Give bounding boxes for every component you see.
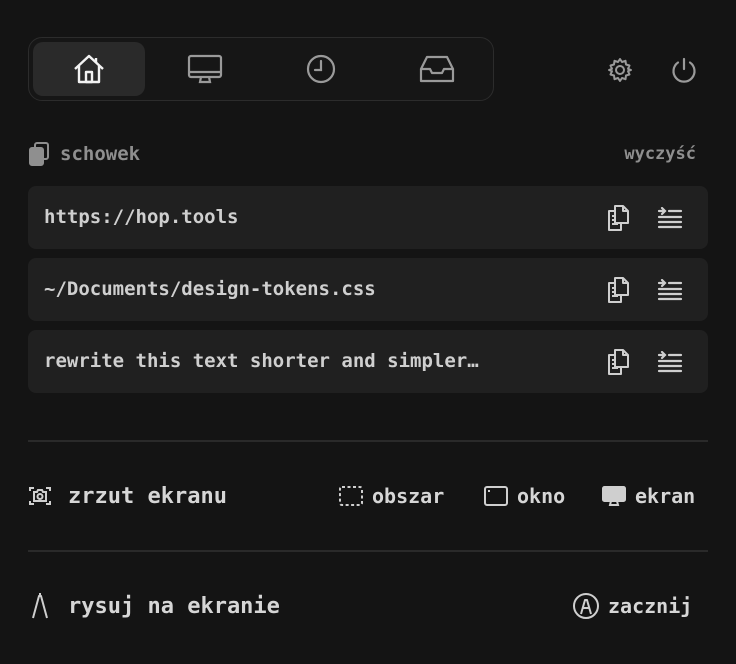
clipboard-header: schowek wyczyść (28, 140, 708, 168)
screenshot-screen-button[interactable]: ekran (601, 484, 695, 508)
clipboard-item-text: rewrite this text shorter and simpler… (44, 350, 479, 372)
home-icon (74, 54, 104, 84)
clipboard-item-text: ~/Documents/design-tokens.css (44, 278, 376, 300)
region-label: obszar (372, 484, 445, 508)
tab-home[interactable] (33, 42, 145, 96)
window-label: okno (517, 484, 566, 508)
tab-inbox[interactable] (381, 42, 493, 96)
clipboard-item-text: https://hop.tools (44, 206, 239, 228)
power-button[interactable] (668, 54, 700, 86)
camera-icon (29, 487, 51, 505)
clipboard-item[interactable]: ~/Documents/design-tokens.css (28, 258, 708, 321)
inbox-icon (419, 55, 455, 83)
tab-monitor[interactable] (149, 42, 261, 96)
draw-label: rysuj na ekranie (68, 593, 280, 619)
settings-button[interactable] (604, 54, 636, 86)
tab-history[interactable] (265, 42, 377, 96)
pen-circle-icon (573, 593, 599, 619)
display-icon (602, 486, 626, 506)
clock-icon (306, 54, 336, 84)
start-label: zacznij (608, 594, 693, 618)
clipboard-title: schowek (60, 143, 141, 165)
insert-text-icon (657, 351, 683, 373)
window-icon (484, 486, 508, 506)
divider (28, 440, 708, 442)
pen-tip-icon (32, 593, 48, 619)
copy-icon (608, 205, 629, 231)
copy-button[interactable] (603, 347, 633, 377)
insert-text-icon (657, 279, 683, 301)
copy-icon (608, 277, 629, 303)
screen-label: ekran (635, 484, 696, 508)
screenshot-region-button[interactable]: obszar (338, 484, 444, 508)
copy-button[interactable] (603, 203, 633, 233)
screenshot-label: zrzut ekranu (68, 483, 227, 509)
paste-button[interactable] (655, 275, 685, 305)
paste-button[interactable] (655, 347, 685, 377)
clipboard-item[interactable]: rewrite this text shorter and simpler… (28, 330, 708, 393)
gear-icon (608, 58, 632, 82)
screenshot-window-button[interactable]: okno (483, 484, 565, 508)
insert-text-icon (657, 207, 683, 229)
copy-icon (608, 349, 629, 375)
clear-clipboard-button[interactable]: wyczyść (624, 144, 696, 164)
power-icon (672, 57, 696, 83)
tab-bar (28, 37, 494, 101)
copy-button[interactable] (603, 275, 633, 305)
clipboard-item[interactable]: https://hop.tools (28, 186, 708, 249)
clipboard-icon (29, 142, 49, 166)
start-drawing-button[interactable]: zacznij (572, 592, 692, 620)
paste-button[interactable] (655, 203, 685, 233)
region-select-icon (339, 486, 363, 506)
monitor-icon (187, 54, 223, 84)
divider (28, 550, 708, 552)
